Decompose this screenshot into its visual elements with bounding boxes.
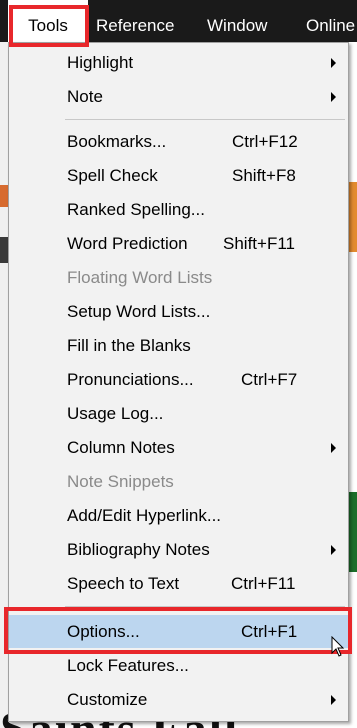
- menu-item-label: Customize: [67, 690, 148, 709]
- menu-item-label: Note: [67, 87, 103, 106]
- menu-item-column-notes[interactable]: Column Notes: [9, 431, 348, 464]
- menu-item-shortcut: Ctrl+F11: [231, 574, 296, 593]
- menu-item-pronunciations[interactable]: Pronunciations... Ctrl+F7: [9, 363, 348, 396]
- menu-item-speech-to-text[interactable]: Speech to Text Ctrl+F11: [9, 567, 348, 600]
- menu-item-label: Word Prediction: [67, 234, 188, 253]
- menu-item-label: Spell Check: [67, 166, 158, 185]
- menu-item-shortcut: Ctrl+F12: [232, 132, 298, 151]
- menu-reference[interactable]: Reference: [96, 0, 174, 42]
- menu-item-lock-features[interactable]: Lock Features...: [9, 649, 348, 682]
- menu-item-word-prediction[interactable]: Word Prediction Shift+F11: [9, 227, 348, 260]
- menu-online[interactable]: Online: [306, 0, 355, 42]
- menu-item-customize[interactable]: Customize: [9, 683, 348, 716]
- menu-item-ranked-spelling[interactable]: Ranked Spelling...: [9, 193, 348, 226]
- menu-item-shortcut: Shift+F11: [223, 234, 295, 253]
- menu-item-label: Bibliography Notes: [67, 540, 210, 559]
- menu-item-label: Highlight: [67, 53, 134, 72]
- menu-item-note-snippets: Note Snippets: [9, 465, 348, 498]
- menu-window[interactable]: Window: [207, 0, 267, 42]
- submenu-arrow-icon: [331, 695, 336, 705]
- menu-item-bookmarks[interactable]: Bookmarks... Ctrl+F12: [9, 125, 348, 158]
- menu-item-label: Options...: [67, 622, 140, 641]
- menu-item-options[interactable]: Options... Ctrl+F1: [9, 615, 348, 648]
- menu-item-label: Pronunciations...: [67, 370, 194, 389]
- menu-separator: [65, 606, 345, 607]
- menu-item-spell-check[interactable]: Spell Check Shift+F8: [9, 159, 348, 192]
- menu-item-add-edit-hyperlink[interactable]: Add/Edit Hyperlink...: [9, 499, 348, 532]
- menu-item-shortcut: Ctrl+F7: [241, 370, 298, 389]
- menu-item-label: Note Snippets: [67, 472, 174, 491]
- submenu-arrow-icon: [331, 443, 336, 453]
- menu-item-label: Lock Features...: [67, 656, 189, 675]
- menu-item-fill-in-the-blanks[interactable]: Fill in the Blanks: [9, 329, 348, 362]
- menu-item-shortcut: Ctrl+F1: [241, 622, 298, 641]
- menu-item-label: Fill in the Blanks: [67, 336, 191, 355]
- menu-tools[interactable]: Tools: [8, 0, 88, 42]
- menu-item-shortcut: Shift+F8: [232, 166, 296, 185]
- menu-item-label: Floating Word Lists: [67, 268, 213, 287]
- menu-item-label: Add/Edit Hyperlink...: [67, 506, 222, 525]
- submenu-arrow-icon: [331, 545, 336, 555]
- menu-item-label: Setup Word Lists...: [67, 302, 211, 321]
- mouse-pointer-icon: [331, 636, 345, 657]
- menu-item-label: Usage Log...: [67, 404, 164, 423]
- submenu-arrow-icon: [331, 58, 336, 68]
- menu-item-label: Column Notes: [67, 438, 175, 457]
- menu-item-setup-word-lists[interactable]: Setup Word Lists...: [9, 295, 348, 328]
- menu-item-floating-word-lists: Floating Word Lists: [9, 261, 348, 294]
- submenu-arrow-icon: [331, 92, 336, 102]
- menu-item-note[interactable]: Note: [9, 80, 348, 113]
- menu-item-highlight[interactable]: Highlight: [9, 46, 348, 79]
- menu-bar: Tools Reference Window Online: [0, 0, 357, 42]
- menu-item-bibliography-notes[interactable]: Bibliography Notes: [9, 533, 348, 566]
- menu-item-label: Ranked Spelling...: [67, 200, 205, 219]
- tools-dropdown-menu: Highlight Note Bookmarks... Ctrl+F12 Spe…: [8, 42, 349, 722]
- menu-item-label: Speech to Text: [67, 574, 180, 593]
- menu-item-label: Bookmarks...: [67, 132, 167, 151]
- menu-separator: [65, 119, 345, 120]
- menu-item-usage-log[interactable]: Usage Log...: [9, 397, 348, 430]
